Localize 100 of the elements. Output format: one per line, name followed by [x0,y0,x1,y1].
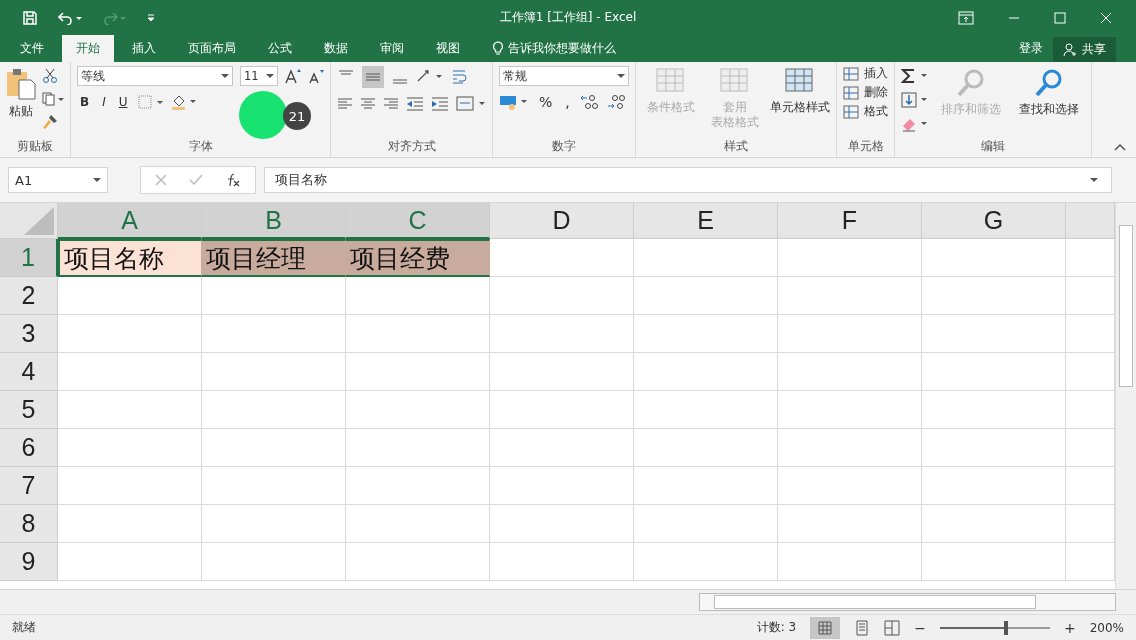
currency-icon[interactable] [499,94,529,110]
cells-button[interactable]: 格式 [843,104,888,119]
borders-icon[interactable] [137,95,164,109]
copy-icon[interactable] [42,92,64,106]
column-header[interactable]: E [634,203,778,239]
comma-button[interactable]: , [562,94,573,110]
zoom-in-button[interactable]: + [1063,619,1076,636]
row-header[interactable]: 9 [0,543,58,581]
save-icon[interactable] [22,9,38,26]
row-header[interactable]: 6 [0,429,58,467]
zoom-level: 200% [1089,620,1124,635]
ribbon-display-icon[interactable] [958,10,974,25]
table-cell: 项目经理 [202,239,346,277]
table-cell: 项目经费 [346,239,490,277]
cells-icon [843,104,859,119]
italic-button[interactable]: I [99,95,109,109]
normal-view-icon[interactable] [810,616,841,639]
status-count: 计数: 3 [756,619,797,636]
page-layout-icon[interactable] [854,619,871,636]
column-header[interactable]: C [346,203,490,239]
person-icon [1063,42,1077,57]
percent-button[interactable]: % [536,94,556,110]
row-header[interactable]: 3 [0,315,58,353]
group-label: 单元格 [846,139,885,155]
eraser-icon[interactable] [901,116,929,132]
name-box[interactable]: A1 [8,167,108,193]
row-header[interactable]: 1 [0,239,58,277]
group-label: 剪贴板 [16,139,54,155]
column-header[interactable]: F [778,203,922,239]
paste-button[interactable]: 粘贴 [6,66,36,119]
status-ready: 就绪 [12,619,36,636]
zoom-out-button[interactable]: − [914,619,926,636]
styles-button[interactable]: 单元格样式 [770,66,830,115]
vertical-scrollbar[interactable] [1115,203,1136,589]
row-header[interactable]: 7 [0,467,58,505]
column-header[interactable]: D [490,203,634,239]
format-painter-icon[interactable] [42,114,58,130]
ribbon-tab[interactable]: 审阅 [366,35,418,62]
align-center-icon[interactable] [360,97,376,111]
merge-center-icon[interactable] [456,96,486,112]
customize-icon[interactable] [146,12,156,23]
page-break-icon[interactable] [884,619,901,636]
align-left-icon[interactable] [337,97,353,111]
increase-indent-icon[interactable] [431,97,449,111]
decrease-decimal-icon[interactable] [606,94,627,110]
lightbulb-icon [492,41,504,55]
ribbon-tab[interactable]: 公式 [254,35,306,62]
shrink-font-icon[interactable] [308,68,324,84]
share-button[interactable]: 共享 [1053,37,1116,62]
autosum-icon[interactable] [901,68,929,84]
ribbon-tab[interactable]: 数据 [310,35,362,62]
decrease-indent-icon[interactable] [406,97,424,111]
ribbon-tab[interactable]: 开始 [62,35,114,62]
fill-down-icon[interactable] [901,92,929,108]
close-icon[interactable] [1100,11,1112,24]
cells-button[interactable]: 删除 [843,85,888,100]
step-badge: 21 [283,102,311,130]
maximize-icon[interactable] [1054,11,1066,24]
checkmark-icon[interactable] [189,174,203,186]
row-header[interactable]: 5 [0,391,58,429]
ribbon-tab[interactable]: 文件 [6,35,58,62]
column-header[interactable]: B [202,203,346,239]
editing-button[interactable]: 查找和选择 [1013,66,1085,117]
underline-button[interactable]: U [115,95,131,109]
sign-in-link[interactable]: 登录 [1019,35,1043,62]
wrap-text-icon[interactable] [451,69,469,85]
align-right-icon[interactable] [383,97,399,111]
row-header[interactable]: 8 [0,505,58,543]
click-highlight [239,91,287,139]
function-icon[interactable] [225,173,241,187]
fill-color-icon[interactable] [170,94,197,110]
ribbon-tab[interactable]: 页面布局 [174,35,250,62]
cells-icon [843,66,859,81]
undo-icon[interactable] [58,10,82,25]
row-header[interactable]: 4 [0,353,58,391]
group-label: 字体 [187,139,214,155]
group-label: 编辑 [980,139,1006,155]
group-label: 样式 [723,139,749,155]
font-name-dropdown[interactable]: 等线 [77,66,233,86]
collapse-ribbon-icon[interactable] [1114,143,1126,151]
group-label: 对齐方式 [386,139,437,155]
number-format-dropdown[interactable]: 常规 [499,66,629,86]
table-cell: 项目名称 [58,239,202,277]
magnifier-icon [956,68,986,98]
column-header[interactable]: G [922,203,1066,239]
column-header[interactable]: A [58,203,202,239]
row-header[interactable]: 2 [0,277,58,315]
grow-font-icon[interactable] [285,68,301,84]
ribbon-tab[interactable]: 插入 [118,35,170,62]
font-size-dropdown[interactable]: 11 [240,66,278,86]
bold-button[interactable]: B [77,95,93,109]
zoom-slider[interactable] [939,620,1050,635]
ribbon-tab[interactable]: 视图 [422,35,474,62]
cells-button[interactable]: 插入 [843,66,888,81]
scissors-icon[interactable] [42,68,58,84]
group-label: 数字 [551,139,577,155]
formula-input[interactable]: 项目名称 [264,167,1112,193]
tell-me-search[interactable]: 告诉我你想要做什么 [508,35,616,62]
increase-decimal-icon[interactable] [579,94,600,110]
horizontal-scrollbar[interactable] [699,593,1116,611]
